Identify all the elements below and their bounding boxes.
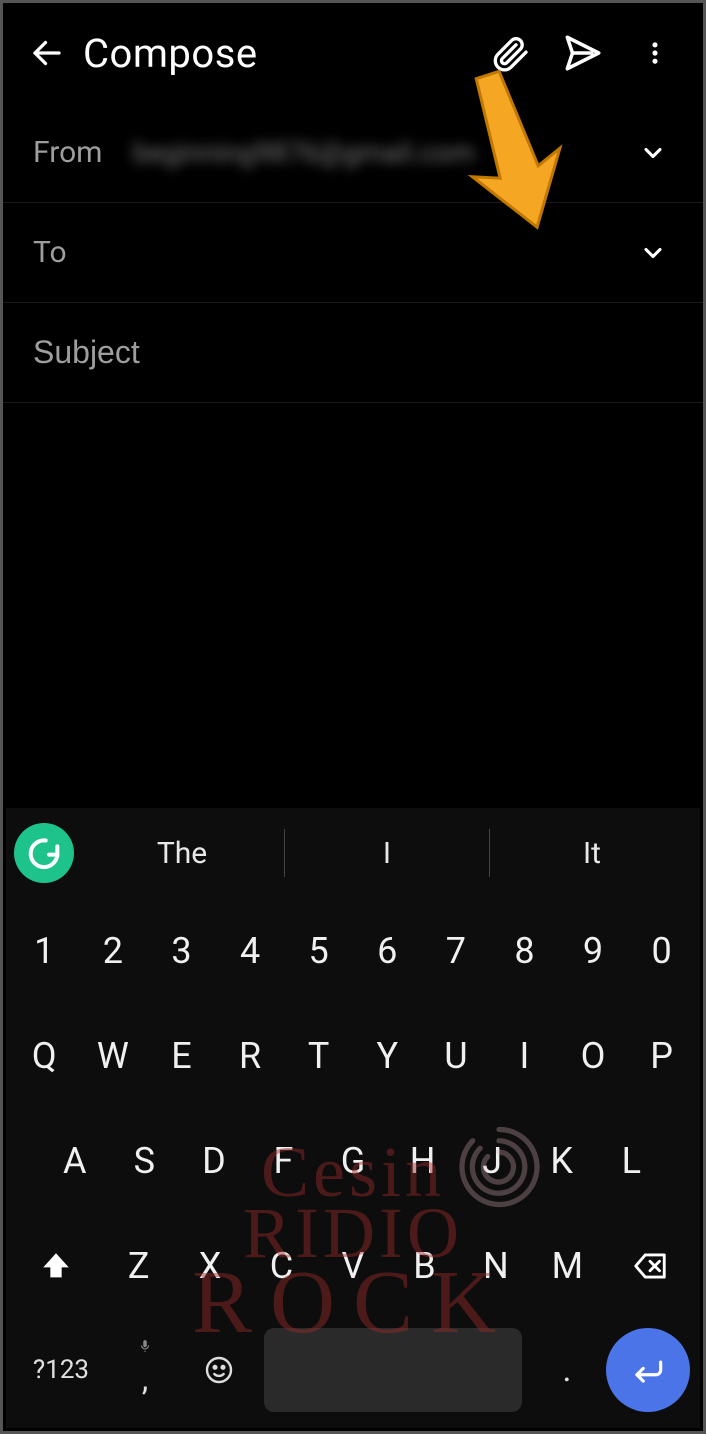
key-9[interactable]: 9 xyxy=(559,907,628,995)
key-row-2: Q W E R T Y U I O P xyxy=(6,1003,700,1108)
key-h[interactable]: H xyxy=(388,1117,458,1205)
chevron-down-icon xyxy=(639,239,667,267)
subject-input[interactable] xyxy=(33,334,673,371)
key-z[interactable]: Z xyxy=(103,1222,174,1310)
to-field[interactable]: To xyxy=(3,203,703,303)
from-expand[interactable] xyxy=(633,139,673,167)
from-label: From xyxy=(33,135,133,170)
key-x[interactable]: X xyxy=(174,1222,245,1310)
page-title: Compose xyxy=(75,30,487,77)
emoji-icon xyxy=(203,1354,235,1386)
key-symbols[interactable]: ?123 xyxy=(16,1328,106,1412)
key-o[interactable]: O xyxy=(559,1012,628,1100)
key-2[interactable]: 2 xyxy=(79,907,148,995)
more-vert-icon xyxy=(641,39,669,67)
chevron-down-icon xyxy=(639,139,667,167)
keyboard: The I It 1 2 3 4 5 6 7 8 9 0 Q W E R T Y… xyxy=(6,808,700,1428)
suggestion-2[interactable]: I xyxy=(285,836,489,871)
send-button[interactable] xyxy=(559,29,607,77)
key-t[interactable]: T xyxy=(284,1012,353,1100)
suggestion-bar: The I It xyxy=(6,808,700,898)
key-s[interactable]: S xyxy=(110,1117,180,1205)
key-i[interactable]: I xyxy=(490,1012,559,1100)
key-g[interactable]: G xyxy=(318,1117,388,1205)
key-m[interactable]: M xyxy=(532,1222,603,1310)
key-u[interactable]: U xyxy=(422,1012,491,1100)
key-5[interactable]: 5 xyxy=(284,907,353,995)
key-backspace[interactable] xyxy=(603,1222,696,1310)
to-expand[interactable] xyxy=(633,239,673,267)
key-4[interactable]: 4 xyxy=(216,907,285,995)
key-comma[interactable]: , xyxy=(110,1328,180,1412)
key-3[interactable]: 3 xyxy=(147,907,216,995)
arrow-left-icon xyxy=(29,35,65,71)
app-header: Compose xyxy=(3,3,703,103)
grammarly-button[interactable] xyxy=(14,823,74,883)
key-6[interactable]: 6 xyxy=(353,907,422,995)
attach-button[interactable] xyxy=(487,29,535,77)
mic-icon xyxy=(138,1338,152,1357)
key-q[interactable]: Q xyxy=(10,1012,79,1100)
key-7[interactable]: 7 xyxy=(422,907,491,995)
more-button[interactable] xyxy=(631,29,679,77)
from-value: beginning9876@gmail.com xyxy=(133,136,633,169)
subject-field[interactable] xyxy=(3,303,703,403)
key-k[interactable]: K xyxy=(527,1117,597,1205)
suggestion-1[interactable]: The xyxy=(80,836,284,871)
key-shift[interactable] xyxy=(10,1222,103,1310)
key-f[interactable]: F xyxy=(249,1117,319,1205)
key-row-1: 1 2 3 4 5 6 7 8 9 0 xyxy=(6,898,700,1003)
key-r[interactable]: R xyxy=(216,1012,285,1100)
key-1[interactable]: 1 xyxy=(10,907,79,995)
key-v[interactable]: V xyxy=(317,1222,388,1310)
key-e[interactable]: E xyxy=(147,1012,216,1100)
key-enter[interactable] xyxy=(606,1328,690,1412)
key-n[interactable]: N xyxy=(460,1222,531,1310)
key-c[interactable]: C xyxy=(246,1222,317,1310)
shift-icon xyxy=(39,1249,73,1283)
send-icon xyxy=(562,32,604,74)
key-0[interactable]: 0 xyxy=(627,907,696,995)
key-space[interactable] xyxy=(264,1328,522,1412)
from-field[interactable]: From beginning9876@gmail.com xyxy=(3,103,703,203)
to-label: To xyxy=(33,235,133,270)
key-p[interactable]: P xyxy=(627,1012,696,1100)
key-row-3: A S D F G H J K L xyxy=(6,1108,700,1213)
key-8[interactable]: 8 xyxy=(490,907,559,995)
key-w[interactable]: W xyxy=(79,1012,148,1100)
key-a[interactable]: A xyxy=(40,1117,110,1205)
key-row-bottom: ?123 , . xyxy=(6,1318,700,1428)
key-period[interactable]: . xyxy=(532,1328,602,1412)
comma-label: , xyxy=(142,1360,148,1398)
key-b[interactable]: B xyxy=(389,1222,460,1310)
key-emoji[interactable] xyxy=(184,1328,254,1412)
grammarly-icon xyxy=(24,833,64,873)
header-actions xyxy=(487,29,687,77)
key-y[interactable]: Y xyxy=(353,1012,422,1100)
backspace-icon xyxy=(631,1247,669,1285)
suggestion-3[interactable]: It xyxy=(490,836,694,871)
key-j[interactable]: J xyxy=(457,1117,527,1205)
paperclip-icon xyxy=(491,33,531,73)
back-button[interactable] xyxy=(19,29,75,77)
key-d[interactable]: D xyxy=(179,1117,249,1205)
enter-icon xyxy=(629,1351,667,1389)
key-l[interactable]: L xyxy=(597,1117,667,1205)
key-row-4: Z X C V B N M xyxy=(6,1213,700,1318)
